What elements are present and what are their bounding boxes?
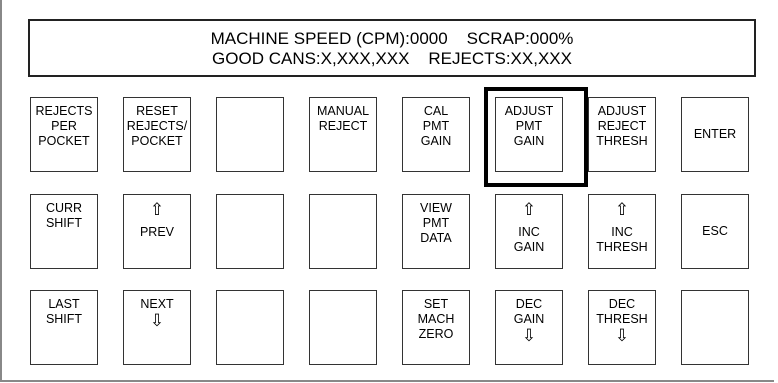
prev-button[interactable]: ⇧ PREV [123, 194, 191, 269]
btn-label: DATA [420, 231, 452, 245]
btn-label: DEC [608, 297, 636, 311]
btn-label: INC [611, 225, 633, 239]
reset-rejects-pocket-button[interactable]: RESET REJECTS/ POCKET [123, 97, 191, 172]
up-arrow-icon: ⇧ [149, 200, 165, 219]
btn-label: LAST [48, 297, 80, 311]
status-display: MACHINE SPEED (CPM):0000 SCRAP:000% GOOD… [28, 19, 756, 77]
btn-label: CURR [45, 201, 83, 215]
blank-button-r3c8[interactable] [681, 290, 749, 365]
btn-label: REJECT [597, 119, 647, 133]
view-pmt-data-button[interactable]: VIEW PMT DATA [402, 194, 470, 269]
btn-label: THRESH [596, 134, 648, 148]
dec-gain-button[interactable]: DEC GAIN ⇩ [495, 290, 563, 365]
blank-button-r3c3[interactable] [216, 290, 284, 365]
last-shift-button[interactable]: LAST SHIFT [30, 290, 98, 365]
btn-label: MANUAL [316, 104, 370, 118]
blank-button-r2c3[interactable] [216, 194, 284, 269]
cal-pmt-gain-button[interactable]: CAL PMT GAIN [402, 97, 470, 172]
down-arrow-icon: ⇩ [614, 326, 630, 345]
btn-label: REJECTS/ [126, 119, 188, 133]
blank-button-r2c4[interactable] [309, 194, 377, 269]
btn-label: GAIN [513, 240, 545, 254]
up-arrow-icon: ⇧ [521, 200, 537, 219]
selected-button-highlight [484, 87, 588, 187]
set-mach-zero-button[interactable]: SET MACH ZERO [402, 290, 470, 365]
btn-label: SET [423, 297, 449, 311]
next-button[interactable]: NEXT ⇩ [123, 290, 191, 365]
btn-label: NEXT [140, 297, 174, 311]
down-arrow-icon: ⇩ [521, 326, 537, 345]
btn-label: CAL [423, 104, 449, 118]
up-arrow-icon: ⇧ [614, 200, 630, 219]
dec-thresh-button[interactable]: DEC THRESH ⇩ [588, 290, 656, 365]
manual-reject-button[interactable]: MANUAL REJECT [309, 97, 377, 172]
enter-button[interactable]: ENTER [681, 97, 749, 172]
btn-label: ZERO [418, 327, 454, 341]
btn-label: SHIFT [45, 312, 83, 326]
blank-button-r1c3[interactable] [216, 97, 284, 172]
esc-button[interactable]: ESC [681, 194, 749, 269]
inc-gain-button[interactable]: ⇧ INC GAIN [495, 194, 563, 269]
btn-label: PMT [422, 119, 450, 133]
display-goodcans-rejects: GOOD CANS:X,XXX,XXX REJECTS:XX,XXX [212, 49, 572, 68]
btn-label: RESET [136, 104, 178, 118]
btn-label: THRESH [596, 240, 648, 254]
down-arrow-icon: ⇩ [149, 311, 165, 330]
btn-label: POCKET [131, 134, 183, 148]
btn-label: POCKET [38, 134, 90, 148]
btn-label: VIEW [420, 201, 452, 215]
btn-label: GAIN [513, 312, 545, 326]
btn-label: THRESH [596, 312, 648, 326]
btn-label: GAIN [420, 134, 452, 148]
blank-button-r3c4[interactable] [309, 290, 377, 365]
rejects-per-pocket-button[interactable]: REJECTS PER POCKET [30, 97, 98, 172]
btn-label: ADJUST [597, 104, 647, 118]
btn-label: PER [51, 119, 77, 133]
adjust-reject-thresh-button[interactable]: ADJUST REJECT THRESH [588, 97, 656, 172]
btn-label: MACH [417, 312, 455, 326]
btn-label: DEC [515, 297, 543, 311]
btn-label: ESC [702, 224, 728, 238]
btn-label: PMT [422, 216, 450, 230]
btn-label: REJECTS [35, 104, 93, 118]
btn-label: ENTER [693, 127, 737, 141]
btn-label: REJECT [318, 119, 368, 133]
inc-thresh-button[interactable]: ⇧ INC THRESH [588, 194, 656, 269]
display-speed-scrap: MACHINE SPEED (CPM):0000 SCRAP:000% [210, 29, 574, 48]
btn-label: PREV [139, 225, 175, 239]
btn-label: SHIFT [45, 216, 83, 230]
btn-label: INC [518, 225, 540, 239]
curr-shift-button[interactable]: CURR SHIFT [30, 194, 98, 269]
